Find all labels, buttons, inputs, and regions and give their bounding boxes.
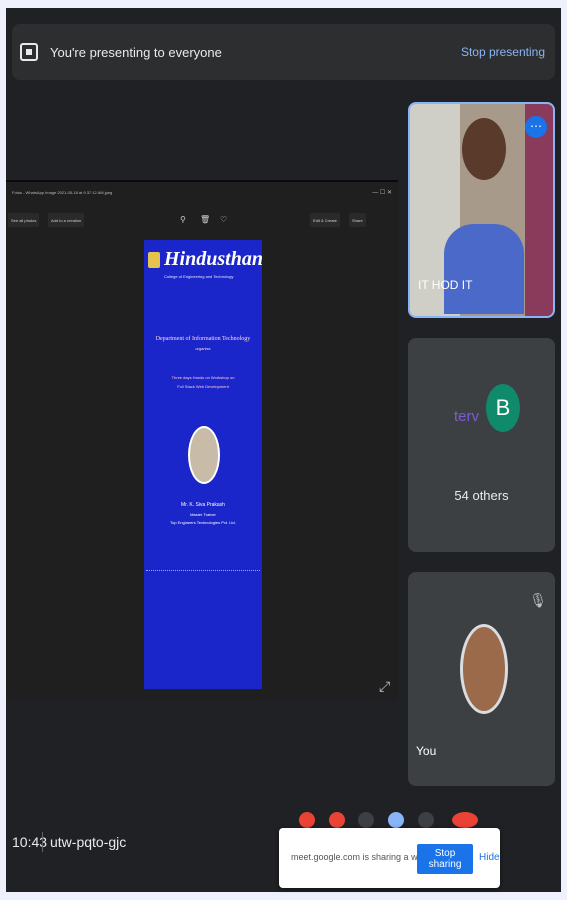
self-name: You	[416, 744, 437, 758]
shared-window-title: Fotos - WhatsApp Image 2021-05-18 at 9.3…	[12, 190, 113, 195]
add-to-creation-button: Add to a creation	[48, 213, 85, 227]
see-all-photos-button: See all photos	[8, 213, 40, 227]
participant-head	[462, 118, 506, 180]
presenting-banner: You're presenting to everyone Stop prese…	[12, 24, 555, 80]
footer-divider	[42, 832, 43, 852]
poster-department: Department of Information Technology	[155, 336, 251, 342]
poster-image: Hindusthan College of Engineering and Te…	[144, 240, 262, 689]
poster-org: Top Engineers Technologies Pvt. Ltd.	[170, 520, 236, 525]
poster-line-1: Three days Hands on Workshop on	[171, 375, 235, 380]
others-count: 54 others	[454, 488, 509, 503]
leave-call-button[interactable]	[452, 812, 478, 828]
delete-icon: 🗑	[200, 215, 211, 224]
participant-tile-it-hod[interactable]: ⋯ IT HOD IT	[408, 102, 555, 318]
share-button: Share	[349, 213, 366, 227]
participant-tile-self[interactable]: 🎙 You	[408, 572, 555, 786]
shared-screen: Fotos - WhatsApp Image 2021-05-18 at 9.3…	[6, 180, 398, 700]
camera-button[interactable]	[329, 812, 345, 828]
participant-tile-others[interactable]: terv B 54 others	[408, 338, 555, 552]
self-avatar	[460, 624, 508, 714]
mic-off-icon: 🎙	[529, 592, 547, 608]
presenting-text: You're presenting to everyone	[50, 44, 222, 60]
terv-logo: terv	[454, 408, 480, 425]
stop-presenting-button[interactable]: Stop presenting	[461, 45, 545, 59]
poster-college-name: Hindusthan	[164, 248, 262, 270]
captions-button[interactable]	[358, 812, 374, 828]
poster-organise: organise	[195, 346, 211, 351]
present-button[interactable]	[388, 812, 404, 828]
more-vert-icon[interactable]: ⋯	[525, 116, 547, 138]
sharing-notification: meet.google.com is sharing a window. Sto…	[279, 828, 500, 888]
poster-line-2: Full Stack Web Development	[177, 384, 229, 389]
poster-role: Master Trainer	[190, 512, 216, 517]
poster-college-sub: College of Engineering and Technology	[164, 274, 234, 279]
participant-body	[444, 224, 524, 314]
edit-create-button: Edit & Create	[310, 213, 340, 227]
mic-button[interactable]	[299, 812, 315, 828]
more-options-button[interactable]	[418, 812, 434, 828]
zoom-icon: ⚲	[180, 215, 186, 224]
stop-sharing-button[interactable]: Stop sharing	[417, 844, 473, 874]
window-controls: — ☐ ✕	[372, 190, 392, 196]
speaker-photo	[188, 426, 220, 484]
shared-window-topbar	[6, 180, 398, 182]
poster-details	[146, 570, 260, 661]
expand-icon[interactable]: ⤢	[379, 678, 390, 695]
meeting-code: utw-pqto-gjc	[50, 834, 127, 850]
participant-name: IT HOD IT	[418, 278, 473, 292]
avatar: B	[486, 384, 520, 432]
present-screen-icon	[20, 43, 38, 61]
favorite-icon: ♡	[220, 215, 228, 224]
hide-button[interactable]: Hide	[479, 852, 500, 863]
poster-speaker: Mr. K. Siva Prakash	[181, 502, 225, 508]
college-logo	[148, 252, 160, 268]
